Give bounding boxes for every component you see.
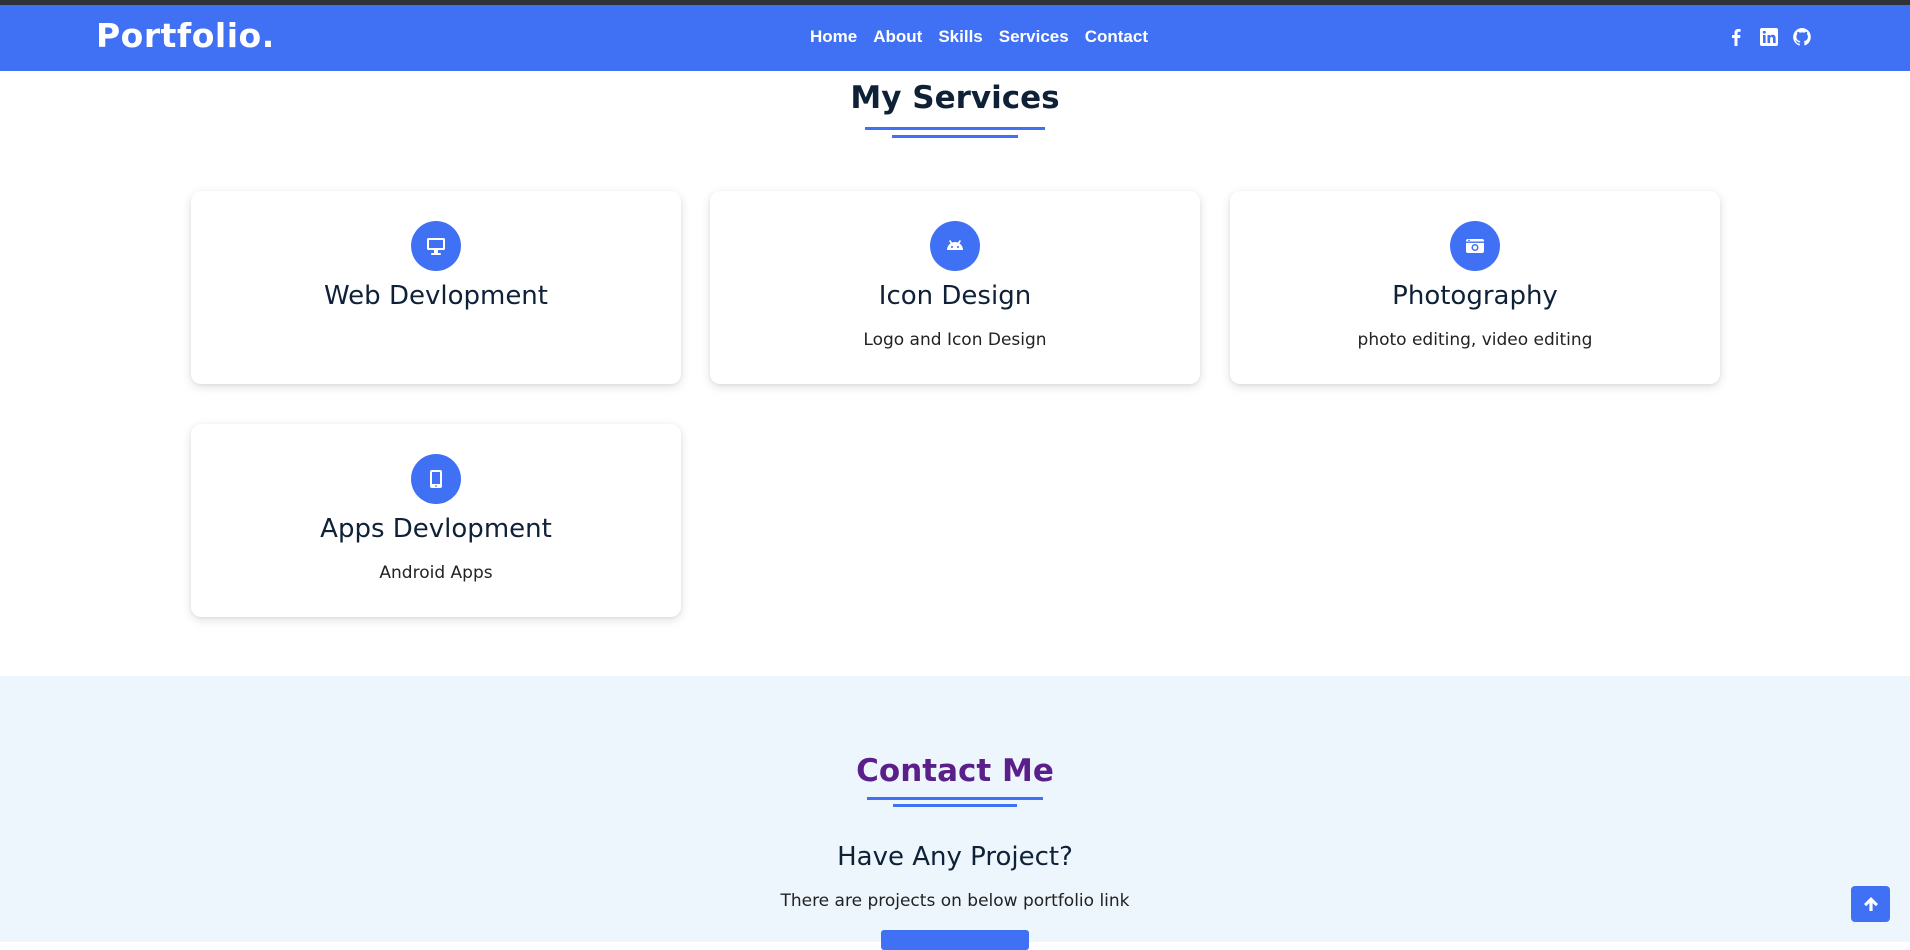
logo[interactable]: Portfolio.: [96, 16, 275, 55]
nav-links: Home About Skills Services Contact: [810, 27, 1148, 47]
services-title-underline: [865, 127, 1045, 130]
nav-home-link[interactable]: Home: [810, 27, 857, 47]
contact-section: Contact Me Have Any Project? There are p…: [0, 676, 1910, 950]
contact-title-underline: [867, 797, 1043, 800]
linkedin-icon[interactable]: [1759, 27, 1779, 47]
facebook-icon[interactable]: [1726, 27, 1746, 47]
service-card-title: Web Devlopment: [324, 281, 548, 311]
service-card-photography: Photography photo editing, video editing: [1230, 191, 1720, 384]
tablet-icon: [411, 454, 461, 504]
service-card-desc: photo editing, video editing: [1357, 330, 1593, 350]
camera-icon: [1450, 221, 1500, 271]
service-card-icon-design: Icon Design Logo and Icon Design: [710, 191, 1200, 384]
portfolio-button[interactable]: [881, 930, 1029, 950]
service-card-desc: Logo and Icon Design: [863, 330, 1047, 350]
service-card-title: Photography: [1392, 281, 1558, 311]
service-card-desc: Android Apps: [379, 563, 493, 583]
services-title: My Services: [850, 80, 1060, 116]
service-card-web: Web Devlopment: [191, 191, 681, 384]
project-heading: Have Any Project?: [837, 842, 1073, 872]
service-card-title: Icon Design: [878, 281, 1032, 311]
service-card-title: Apps Devlopment: [320, 514, 552, 544]
github-icon[interactable]: [1792, 27, 1812, 47]
services-title-underline-short: [892, 135, 1018, 138]
project-text: There are projects on below portfolio li…: [780, 891, 1130, 911]
service-card-apps: Apps Devlopment Android Apps: [191, 424, 681, 617]
arrow-up-icon: [1863, 897, 1878, 911]
nav-contact-link[interactable]: Contact: [1085, 27, 1148, 47]
back-to-top-button[interactable]: [1851, 886, 1890, 922]
social-links: [1726, 27, 1812, 47]
nav-skills-link[interactable]: Skills: [938, 27, 982, 47]
navbar: Portfolio. Home About Skills Services Co…: [0, 5, 1910, 71]
nav-about-link[interactable]: About: [873, 27, 922, 47]
contact-title-underline-short: [893, 804, 1017, 807]
android-icon: [930, 221, 980, 271]
nav-services-link[interactable]: Services: [999, 27, 1069, 47]
desktop-icon: [411, 221, 461, 271]
contact-title: Contact Me: [856, 753, 1054, 789]
